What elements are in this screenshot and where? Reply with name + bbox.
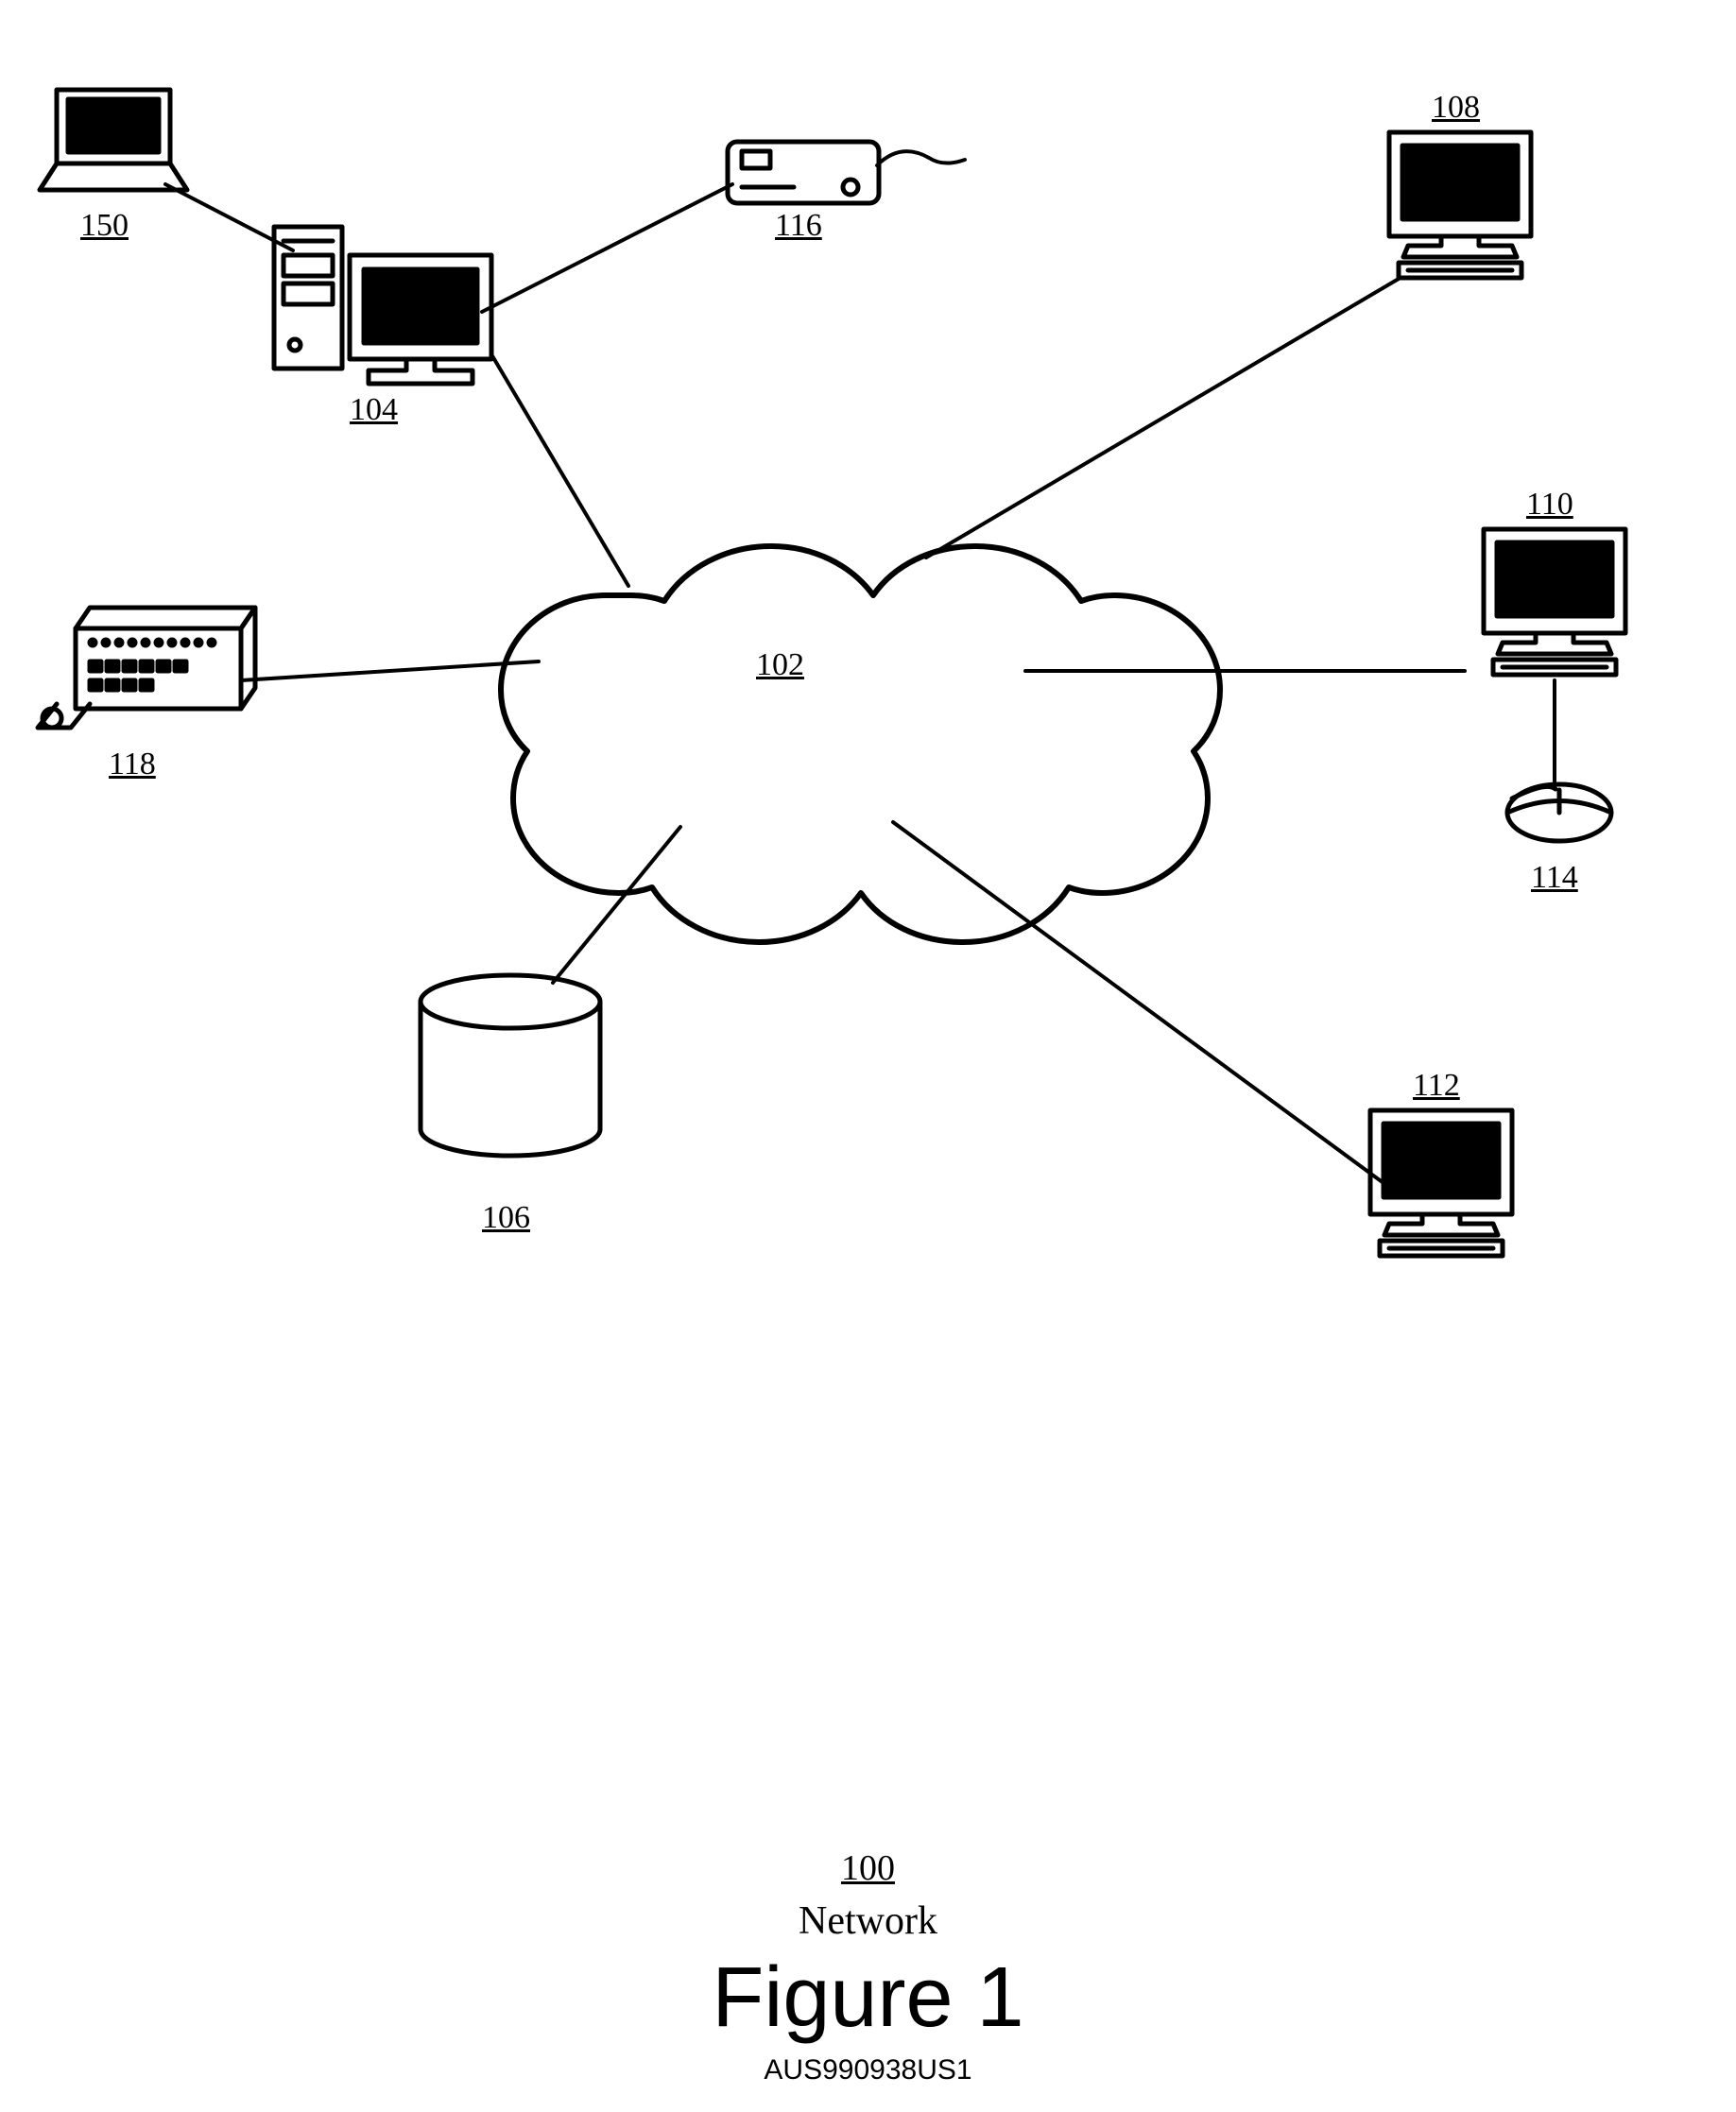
figure-svg [0, 0, 1736, 2112]
patent-figure-page: 150 104 116 108 110 114 112 106 118 102 … [0, 0, 1736, 2112]
caption-figure: Figure 1 [0, 1949, 1736, 2047]
laptop-icon [40, 90, 187, 190]
ref-laptop: 150 [80, 208, 129, 244]
caption-code: AUS990938US1 [0, 2054, 1736, 2086]
caption-ref: 100 [0, 1847, 1736, 1889]
server-workstation-icon [274, 227, 491, 384]
ref-client-bottom: 112 [1413, 1068, 1460, 1104]
figure-caption: 100 Network Figure 1 AUS990938US1 [0, 1847, 1736, 2086]
client-monitor-icon [1484, 529, 1625, 675]
ref-projector: 116 [775, 208, 822, 244]
client-monitor-icon [1389, 132, 1531, 278]
printer-icon [38, 608, 255, 728]
database-icon [421, 975, 600, 1156]
ref-client-right: 110 [1526, 487, 1573, 523]
ref-mouse: 114 [1531, 860, 1578, 896]
ref-cloud: 102 [756, 647, 804, 683]
ref-database: 106 [482, 1200, 530, 1236]
cloud-icon [501, 546, 1220, 942]
client-monitor-icon [1370, 1110, 1512, 1256]
mouse-icon [1507, 784, 1611, 841]
projector-icon [728, 142, 879, 203]
ref-client-top: 108 [1432, 90, 1480, 126]
caption-word: Network [0, 1898, 1736, 1944]
ref-server: 104 [350, 392, 398, 428]
ref-printer: 118 [109, 747, 156, 782]
